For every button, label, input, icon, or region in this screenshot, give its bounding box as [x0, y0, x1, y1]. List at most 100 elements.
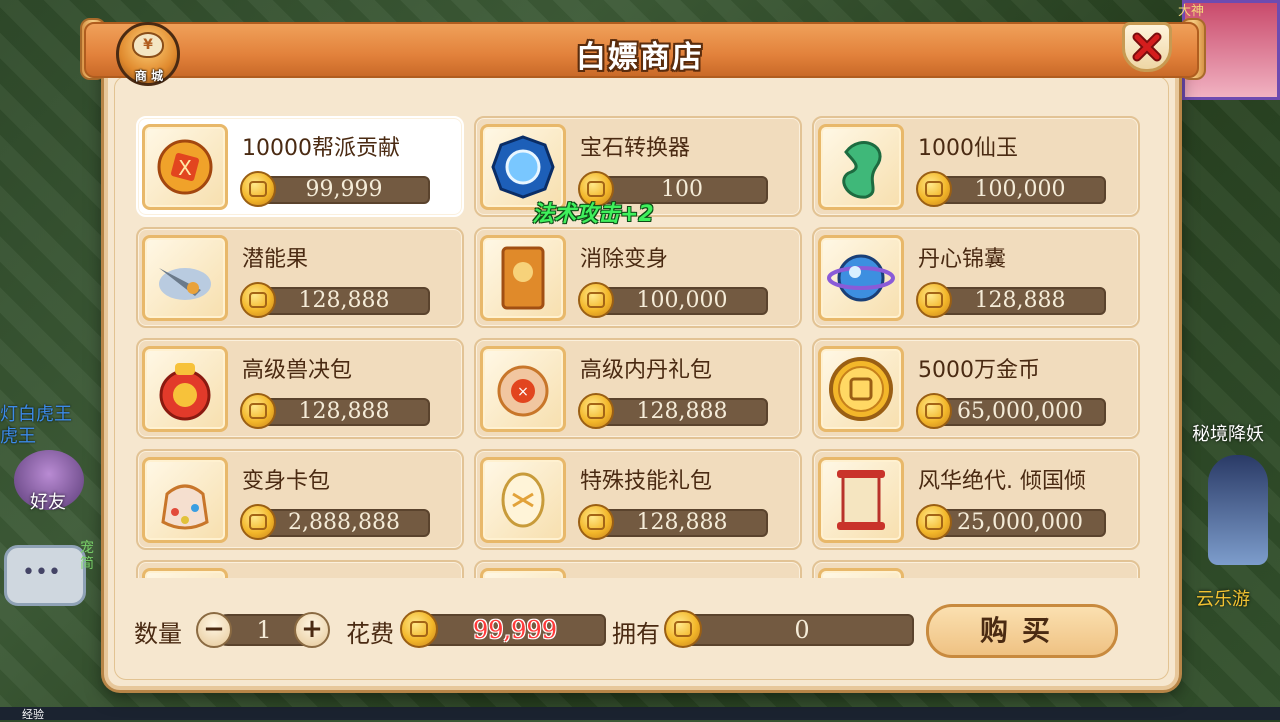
- partial-item-icon: [821, 571, 901, 578]
- brocade-bag-icon: [827, 254, 895, 302]
- coin-icon: [240, 282, 276, 318]
- owned-value: 0: [794, 616, 810, 644]
- friend-label: 好友: [30, 492, 66, 513]
- coin-mark: [249, 403, 267, 419]
- npc-name-label: 云乐游: [1196, 589, 1250, 610]
- item-price: 100,000: [974, 177, 1066, 202]
- coin-mark: [587, 403, 605, 419]
- item-price: 128,888: [298, 399, 390, 424]
- item-price: 128,888: [636, 510, 728, 535]
- quantity-plus-button[interactable]: +: [294, 612, 330, 648]
- item-price: 128,888: [974, 288, 1066, 313]
- shop-item-card[interactable]: 潜能果 128,888: [136, 227, 464, 328]
- svg-text:×: ×: [517, 384, 529, 400]
- item-price: 65,000,000: [957, 399, 1083, 424]
- coin-mark: [249, 181, 267, 197]
- gem-converter-icon: [491, 135, 555, 199]
- shop-item-card[interactable]: 5000万金币 65,000,000: [812, 338, 1140, 439]
- item-name: 1000仙玉: [918, 136, 1018, 161]
- coin-icon: [916, 171, 952, 207]
- avatar-name: 大神: [1178, 4, 1205, 19]
- item-name: 5000万金币: [918, 358, 1040, 383]
- item-name: 特殊技能礼包: [580, 469, 713, 494]
- coin-mark: [249, 292, 267, 308]
- transform-card-pack-icon: [161, 484, 209, 530]
- floating-stat-text: 法术攻击+2: [532, 202, 654, 227]
- svg-text:X: X: [178, 156, 192, 180]
- cost-label: 花费: [346, 620, 394, 648]
- npc-character[interactable]: [1208, 455, 1268, 565]
- shop-item-card[interactable]: 丹心锦囊 128,888: [812, 227, 1140, 328]
- owned-label: 拥有: [612, 620, 660, 648]
- item-icon-frame: [142, 457, 228, 543]
- shop-item-card[interactable]: 冒险一箱...更挪: [136, 560, 464, 578]
- quantity-label: 数量: [134, 620, 182, 648]
- item-name: 10000帮派贡献: [242, 136, 400, 161]
- jade-icon: [842, 141, 882, 199]
- item-price: 128,888: [298, 288, 390, 313]
- shop-item-card[interactable]: 风姿飒爽...神仙: [812, 560, 1140, 578]
- quantity-minus-button[interactable]: −: [196, 612, 232, 648]
- item-price: 2,888,888: [288, 510, 400, 535]
- coin-mark: [925, 403, 943, 419]
- coin-icon: [578, 282, 614, 318]
- shop-item-card[interactable]: × 高级内丹礼包 128,888: [474, 338, 802, 439]
- item-icon-frame: [818, 568, 904, 578]
- shop-badge-label: 商 城: [134, 69, 164, 83]
- buy-button[interactable]: 购买: [926, 604, 1118, 658]
- item-price: 25,000,000: [957, 510, 1083, 535]
- cost-value: 99,999: [473, 616, 557, 644]
- item-icon-frame: ×: [480, 346, 566, 432]
- shop-item-card[interactable]: 高级兽决包 128,888: [136, 338, 464, 439]
- shop-item-card[interactable]: X 10000帮派贡献 99,999: [136, 116, 464, 217]
- coin-mark: [925, 514, 943, 530]
- coin-mark: [587, 514, 605, 530]
- shop-item-card[interactable]: 变身卡包 2,888,888: [136, 449, 464, 550]
- coin-icon: [916, 282, 952, 318]
- item-name: 高级兽决包: [242, 358, 353, 383]
- close-button[interactable]: [1122, 22, 1172, 72]
- coin-mark: [587, 292, 605, 308]
- secret-realm-label[interactable]: 秘境降妖: [1192, 420, 1264, 446]
- item-grid[interactable]: X 10000帮派贡献 99,999 宝石转换器 100 1000仙玉 100,000 潜能果…: [136, 116, 1144, 578]
- item-icon-frame: [818, 346, 904, 432]
- money-bag-icon: ¥: [132, 32, 164, 58]
- coin-mark: [587, 181, 605, 197]
- shop-item-card[interactable]: 特殊技能礼包 128,888: [474, 449, 802, 550]
- coin-icon: [578, 393, 614, 429]
- experience-bar: [0, 707, 1280, 720]
- remove-transform-icon: [501, 246, 545, 310]
- shop-item-card[interactable]: 宝宝装备...子子: [474, 560, 802, 578]
- item-price: 128,888: [636, 399, 728, 424]
- item-name: 潜能果: [242, 247, 309, 272]
- shop-item-card[interactable]: 消除变身 100,000: [474, 227, 802, 328]
- special-skill-pack-icon: [501, 472, 545, 528]
- item-name: 宝宝装备...子子: [580, 574, 796, 578]
- partial-item-icon: [483, 571, 563, 578]
- guild-contribution-icon: X: [157, 139, 213, 195]
- item-price: 100,000: [636, 288, 728, 313]
- partial-item-icon: [145, 571, 225, 578]
- potential-fruit-icon: [159, 268, 211, 300]
- item-icon-frame: [818, 235, 904, 321]
- item-price: 99,999: [305, 177, 383, 202]
- item-name: 宝石转换器: [580, 136, 691, 161]
- item-icon-frame: [480, 235, 566, 321]
- coin-icon: [240, 171, 276, 207]
- item-icon-frame: [818, 124, 904, 210]
- inner-pill-pack-icon: ×: [497, 365, 549, 417]
- coin-icon: [916, 504, 952, 540]
- item-icon-frame: [480, 457, 566, 543]
- shop-item-card[interactable]: 1000仙玉 100,000: [812, 116, 1140, 217]
- scroll-icon: [837, 470, 885, 530]
- map-label-left-2: 虎王: [0, 426, 36, 447]
- gold-coin-icon: [829, 357, 893, 421]
- item-icon-frame: [818, 457, 904, 543]
- coin-icon: [240, 393, 276, 429]
- beast-skill-pack-icon: [159, 363, 211, 421]
- item-icon-frame: [142, 568, 228, 578]
- coin-mark: [249, 514, 267, 530]
- item-icon-frame: [142, 235, 228, 321]
- shop-item-card[interactable]: 风华绝代. 倾国倾 25,000,000: [812, 449, 1140, 550]
- shop-title: 白嫖商店: [576, 40, 704, 75]
